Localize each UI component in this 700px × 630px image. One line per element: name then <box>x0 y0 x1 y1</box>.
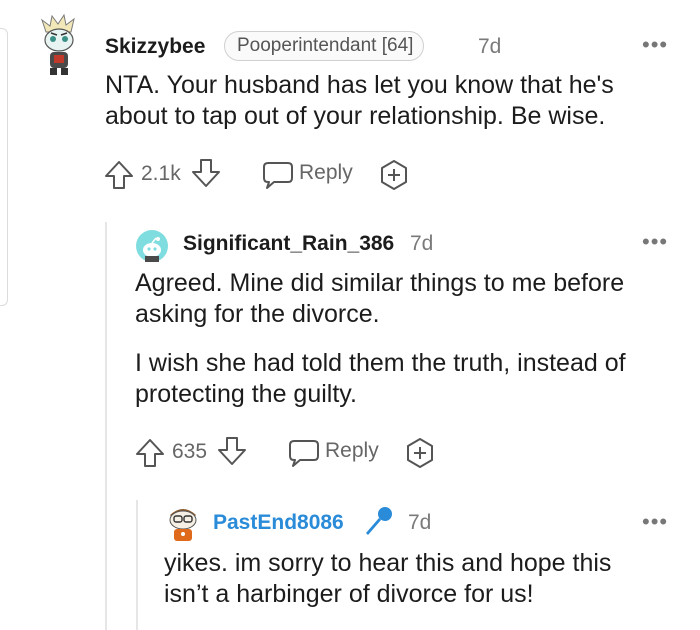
more-options-icon[interactable]: ••• <box>642 229 668 255</box>
avatar[interactable] <box>136 230 168 262</box>
chat-bubble-icon <box>262 160 294 190</box>
comment-timestamp: 7d <box>408 511 432 534</box>
vote-count: 2.1k <box>141 162 181 185</box>
more-options-icon[interactable]: ••• <box>642 32 668 58</box>
comment-username[interactable]: Skizzybee <box>105 35 205 59</box>
comment-timestamp: 7d <box>478 35 502 58</box>
user-flair: Pooperintendant [64] <box>224 31 425 61</box>
vote-count: 635 <box>172 440 208 463</box>
comment-paragraph: asking for the divorce. <box>135 300 380 328</box>
comment-paragraph: Agreed. Mine did similar things to me be… <box>135 269 625 297</box>
comment-username[interactable]: PastEnd8086 <box>213 511 344 535</box>
reply-label: Reply <box>299 161 353 184</box>
comment-paragraph: I wish she had told them the truth, inst… <box>135 349 626 377</box>
upvote-icon[interactable] <box>103 160 135 190</box>
comment-body: Agreed. Mine did similar things to me be… <box>135 268 685 410</box>
comment-timestamp: 7d <box>410 232 434 255</box>
downvote-icon[interactable] <box>190 158 222 188</box>
microphone-icon <box>363 505 395 539</box>
chat-bubble-icon <box>288 438 320 468</box>
reply-label: Reply <box>325 439 379 462</box>
comment-body: yikes. im sorry to hear this and hope th… <box>164 548 684 610</box>
side-panel-edge <box>0 28 8 306</box>
award-icon[interactable] <box>378 159 410 191</box>
avatar[interactable] <box>164 503 202 543</box>
downvote-icon[interactable] <box>216 436 248 466</box>
more-options-icon[interactable]: ••• <box>642 509 668 535</box>
comment-paragraph: yikes. im sorry to hear this and hope th… <box>164 549 612 577</box>
comment-paragraph: protecting the guilty. <box>135 380 357 408</box>
upvote-icon[interactable] <box>134 438 166 468</box>
avatar[interactable] <box>38 14 80 78</box>
comment-paragraph: about to tap out of your relationship. B… <box>105 102 606 130</box>
comment-body: NTA. Your husband has let you know that … <box>105 70 685 132</box>
comment-username[interactable]: Significant_Rain_386 <box>183 232 394 256</box>
award-icon[interactable] <box>404 437 436 469</box>
thread-line[interactable] <box>136 500 138 630</box>
comment-paragraph: NTA. Your husband has let you know that … <box>105 71 614 99</box>
comment-paragraph: isn’t a harbinger of divorce for us! <box>164 580 534 608</box>
thread-line[interactable] <box>105 222 107 630</box>
